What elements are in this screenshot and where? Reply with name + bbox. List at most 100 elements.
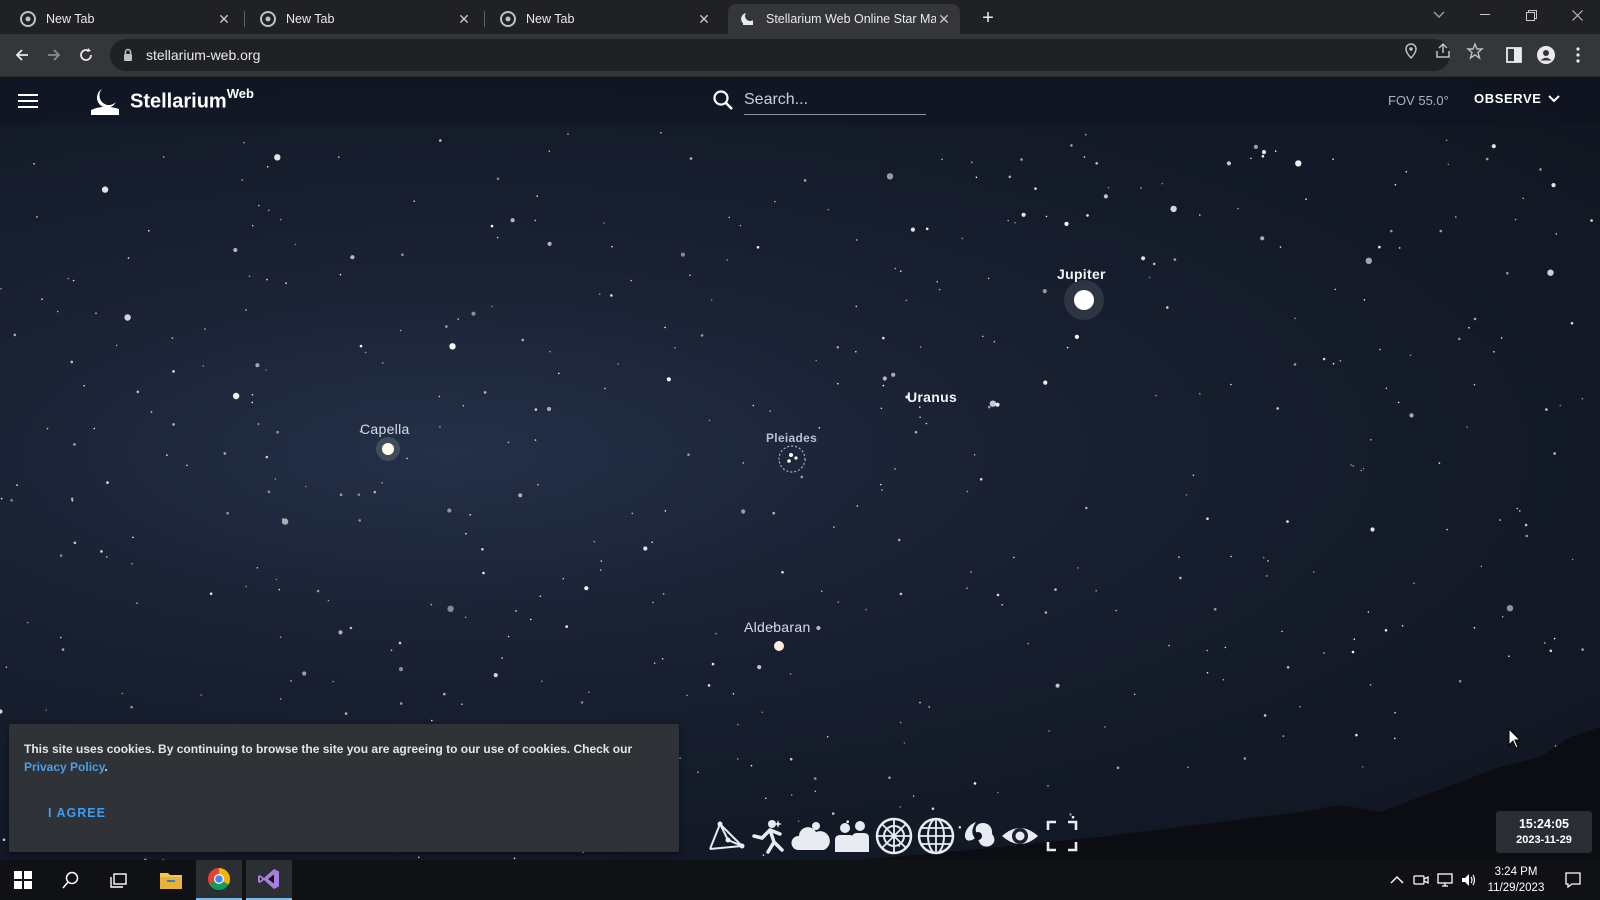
background-star <box>305 485 307 488</box>
search-icon[interactable] <box>712 89 734 111</box>
background-star <box>1140 187 1142 189</box>
taskbar-search-button[interactable] <box>48 860 94 900</box>
tab-close-icon[interactable]: ✕ <box>216 11 232 27</box>
background-star <box>72 279 75 282</box>
aldebaran-label[interactable]: Aldebaran <box>744 619 811 635</box>
windows-start-button[interactable] <box>0 860 46 900</box>
jupiter-dot <box>1074 290 1094 310</box>
file-explorer-button[interactable] <box>148 860 194 900</box>
background-star <box>285 282 287 284</box>
background-star <box>1222 678 1225 681</box>
location-icon[interactable] <box>1402 42 1420 60</box>
background-star <box>41 298 43 300</box>
background-star <box>995 402 1000 407</box>
background-star <box>1179 576 1182 580</box>
tab-new-tab-1[interactable]: New Tab ✕ <box>8 4 240 34</box>
tab-new-tab-2[interactable]: New Tab ✕ <box>248 4 480 34</box>
date-time-display[interactable]: 15:24:05 2023-11-29 <box>1496 811 1592 853</box>
meet-now-icon[interactable] <box>1412 871 1430 889</box>
chrome-menu-icon[interactable] <box>1568 45 1588 65</box>
tab-stellarium[interactable]: Stellarium Web Online Star Map ✕ <box>728 4 960 34</box>
background-star <box>815 359 817 362</box>
background-star <box>507 635 510 638</box>
fullscreen-icon[interactable] <box>1042 816 1082 856</box>
background-star <box>1054 588 1057 591</box>
pleiades-label[interactable]: Pleiades <box>766 431 817 445</box>
atmosphere-icon[interactable] <box>790 816 830 856</box>
background-star <box>674 346 676 349</box>
address-bar[interactable]: stellarium-web.org <box>110 39 1450 71</box>
chrome-taskbar-button[interactable] <box>196 860 242 900</box>
background-star <box>251 401 254 404</box>
azimuthal-grid-icon[interactable] <box>874 816 914 856</box>
background-star <box>1485 157 1489 161</box>
profile-icon[interactable] <box>1536 45 1556 65</box>
forward-button[interactable] <box>40 41 68 69</box>
hamburger-menu-icon[interactable] <box>16 89 40 113</box>
tab-close-icon[interactable]: ✕ <box>936 11 952 27</box>
jupiter-label[interactable]: Jupiter <box>1057 266 1106 282</box>
tab-search-icon[interactable] <box>1416 2 1462 28</box>
tab-new-tab-3[interactable]: New Tab ✕ <box>488 4 720 34</box>
reload-button[interactable] <box>72 41 100 69</box>
equatorial-grid-icon[interactable] <box>916 816 956 856</box>
background-star <box>886 173 894 180</box>
side-panel-icon[interactable] <box>1504 45 1524 65</box>
network-icon[interactable] <box>1436 871 1454 889</box>
close-window-button[interactable] <box>1554 2 1600 28</box>
background-star <box>1466 426 1468 428</box>
background-star <box>258 204 260 207</box>
background-star <box>651 541 653 543</box>
background-star <box>813 777 817 780</box>
volume-icon[interactable] <box>1460 871 1478 889</box>
privacy-policy-link[interactable]: Privacy Policy <box>24 760 105 774</box>
lock-icon[interactable] <box>120 47 136 63</box>
minimize-button[interactable] <box>1462 2 1508 28</box>
app-title[interactable]: StellariumWeb <box>130 86 254 114</box>
notifications-icon[interactable] <box>1564 871 1582 889</box>
background-star <box>1141 256 1146 261</box>
background-star <box>245 309 247 311</box>
bookmark-star-icon[interactable] <box>1466 42 1484 60</box>
background-star <box>910 227 916 232</box>
agree-button[interactable]: I AGREE <box>48 806 106 820</box>
observe-button[interactable]: OBSERVE <box>1474 91 1560 106</box>
tab-title: New Tab <box>286 12 335 26</box>
tab-close-icon[interactable]: ✕ <box>456 11 472 27</box>
tab-close-icon[interactable]: ✕ <box>696 11 712 27</box>
background-star <box>662 593 665 595</box>
visual-studio-taskbar-button[interactable] <box>246 860 292 900</box>
share-icon[interactable] <box>1434 42 1452 60</box>
constellation-art-icon[interactable] <box>748 816 788 856</box>
background-star <box>10 499 13 502</box>
background-star <box>1350 464 1352 466</box>
browser-tab-strip: New Tab ✕ New Tab ✕ New Tab ✕ Stellarium… <box>0 0 1600 34</box>
background-star <box>471 311 476 316</box>
landscape-icon[interactable] <box>832 816 872 856</box>
background-star <box>715 632 717 635</box>
uranus-label[interactable]: Uranus <box>907 389 957 405</box>
capella-label[interactable]: Capella <box>360 421 410 437</box>
show-hidden-icons-icon[interactable] <box>1388 871 1406 889</box>
background-star <box>769 410 771 412</box>
deep-sky-objects-icon[interactable] <box>958 816 998 856</box>
background-star <box>611 245 613 248</box>
background-star <box>700 334 704 337</box>
search-input[interactable] <box>744 86 926 115</box>
night-mode-icon[interactable] <box>1000 816 1040 856</box>
background-star <box>1581 648 1584 651</box>
restore-button[interactable] <box>1508 2 1554 28</box>
system-clock[interactable]: 3:24 PM 11/29/2023 <box>1480 864 1552 896</box>
background-star <box>279 218 282 221</box>
background-star <box>46 427 49 430</box>
background-star <box>643 546 648 551</box>
constellation-lines-icon[interactable] <box>706 816 746 856</box>
file-explorer-icon <box>160 873 182 889</box>
background-star <box>93 427 96 430</box>
background-star <box>1332 362 1335 365</box>
stellarium-logo-icon[interactable] <box>90 86 120 116</box>
task-view-button[interactable] <box>96 860 142 900</box>
new-tab-button[interactable]: + <box>976 7 1000 31</box>
back-button[interactable] <box>8 41 36 69</box>
background-star <box>1187 766 1189 768</box>
